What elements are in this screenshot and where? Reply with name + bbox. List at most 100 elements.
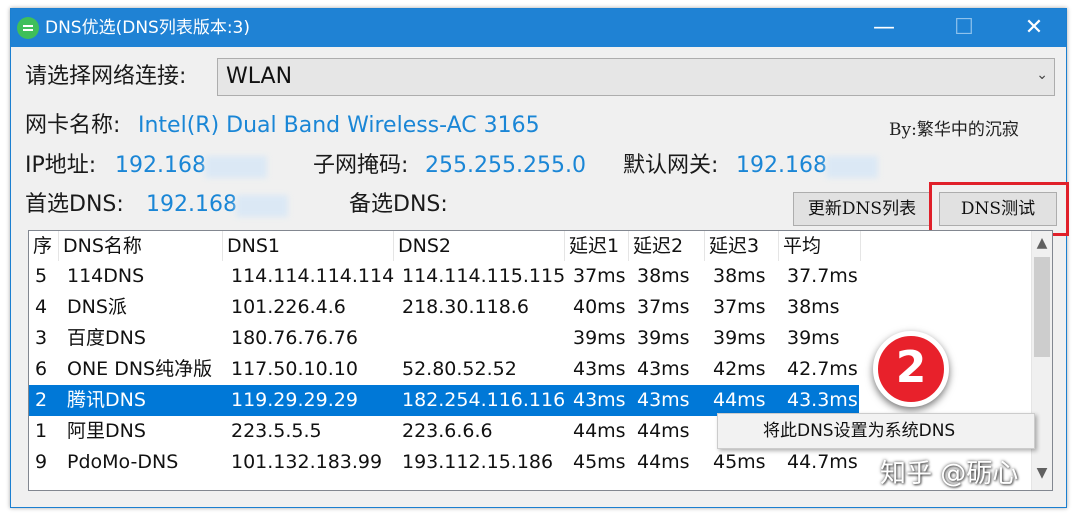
cell-name: 百度DNS — [67, 327, 146, 349]
ip-value: 192.168 — [115, 153, 206, 178]
minimize-button[interactable]: — — [861, 9, 907, 47]
cell-dns1: 223.5.5.5 — [231, 420, 322, 442]
cell-latency1: 43ms — [573, 389, 626, 411]
subnet-label: 子网掩码: — [313, 153, 409, 178]
gateway-value: 192.168 — [736, 153, 827, 178]
scroll-down-arrow-icon[interactable]: ▼ — [1032, 465, 1052, 481]
cell-latency1: 40ms — [573, 296, 626, 318]
scroll-up-arrow-icon[interactable]: ▲ — [1032, 235, 1052, 251]
scroll-thumb[interactable] — [1034, 257, 1050, 357]
cell-latency3: 44ms — [713, 389, 766, 411]
cell-index: 3 — [35, 327, 48, 349]
cell-index: 2 — [35, 389, 48, 411]
cell-latency2: 37ms — [637, 296, 690, 318]
adapter-label: 网卡名称: — [25, 113, 121, 138]
redacted-primary-dns — [236, 195, 288, 217]
cell-dns1: 114.114.114.114 — [231, 265, 395, 287]
cell-latency1: 44ms — [573, 420, 626, 442]
cell-dns1: 117.50.10.10 — [231, 358, 358, 380]
cell-latency2: 38ms — [637, 265, 690, 287]
cell-index: 1 — [35, 420, 48, 442]
cell-dns2: 193.112.15.186 — [402, 451, 554, 473]
maximize-button[interactable]: ☐ — [941, 9, 987, 47]
cell-latency1: 39ms — [573, 327, 626, 349]
network-select-label: 请选择网络连接: — [25, 64, 187, 89]
cell-name: PdoMo-DNS — [67, 451, 179, 473]
cell-dns2: 223.6.6.6 — [402, 420, 493, 442]
cell-index: 6 — [35, 358, 48, 380]
column-header[interactable]: 序 — [29, 231, 59, 261]
title-bar[interactable]: DNS优选(DNS列表版本:3) — ☐ ✕ — [11, 9, 1066, 47]
cell-dns1: 119.29.29.29 — [231, 389, 358, 411]
redacted-ip — [205, 156, 267, 178]
cell-index: 4 — [35, 296, 48, 318]
cell-index: 9 — [35, 451, 48, 473]
cell-name: 114DNS — [67, 265, 145, 287]
vertical-scrollbar[interactable]: ▲ ▼ — [1031, 231, 1052, 490]
cell-name: ONE DNS纯净版 — [67, 358, 213, 380]
app-icon — [17, 17, 39, 39]
window-title: DNS优选(DNS列表版本:3) — [45, 18, 251, 38]
network-select[interactable]: WLAN ⌄ — [217, 58, 1055, 96]
cell-dns1: 101.132.183.99 — [231, 451, 383, 473]
ip-label: IP地址: — [25, 153, 97, 178]
cell-dns2: 114.114.115.115 — [402, 265, 566, 287]
column-header[interactable]: 延迟1 — [565, 231, 629, 261]
cell-latency3: 45ms — [713, 451, 766, 473]
cell-latency2: 44ms — [637, 451, 690, 473]
cell-average: 38ms — [787, 296, 840, 318]
table-header: 序 DNS名称 DNS1 DNS2 延迟1 延迟2 延迟3 平均 — [29, 231, 1029, 261]
cell-average: 39ms — [787, 327, 840, 349]
cell-latency2: 39ms — [637, 327, 690, 349]
column-header[interactable]: DNS名称 — [59, 231, 223, 261]
cell-dns1: 101.226.4.6 — [231, 296, 346, 318]
cell-name: DNS派 — [67, 296, 127, 318]
cell-average: 37.7ms — [787, 265, 858, 287]
cell-dns2: 218.30.118.6 — [402, 296, 529, 318]
cell-average: 42.7ms — [787, 358, 858, 380]
cell-name: 腾讯DNS — [67, 389, 146, 411]
cell-dns2: 52.80.52.52 — [402, 358, 517, 380]
table-row-selected[interactable]: 2 腾讯DNS 119.29.29.29 182.254.116.116 43m… — [29, 385, 859, 416]
column-header[interactable]: 延迟2 — [629, 231, 705, 261]
table-row[interactable]: 9 PdoMo-DNS 101.132.183.99 193.112.15.18… — [29, 447, 1029, 478]
highlight-box — [929, 182, 1069, 236]
adapter-value: Intel(R) Dual Band Wireless-AC 3165 — [138, 113, 540, 138]
table-row[interactable]: 4 DNS派 101.226.4.6 218.30.118.6 40ms 37m… — [29, 292, 1029, 323]
cell-dns1: 180.76.76.76 — [231, 327, 358, 349]
cell-latency3: 37ms — [713, 296, 766, 318]
update-dns-list-button[interactable]: 更新DNS列表 — [793, 192, 931, 226]
secondary-dns-label: 备选DNS: — [349, 192, 448, 217]
cell-latency3: 42ms — [713, 358, 766, 380]
column-header[interactable]: DNS1 — [223, 231, 394, 261]
cell-latency2: 43ms — [637, 358, 690, 380]
app-window: DNS优选(DNS列表版本:3) — ☐ ✕ 请选择网络连接: WLAN ⌄ 网… — [10, 8, 1069, 508]
table-row[interactable]: 5 114DNS 114.114.114.114 114.114.115.115… — [29, 261, 1029, 292]
chevron-down-icon[interactable]: ⌄ — [1036, 67, 1048, 83]
cell-latency3: 38ms — [713, 265, 766, 287]
author-credit: By:繁华中的沉寂 — [889, 120, 1019, 140]
cell-average: 43.3ms — [787, 389, 858, 411]
primary-dns-value: 192.168 — [146, 192, 237, 217]
cell-index: 5 — [35, 265, 48, 287]
context-menu: 将此DNS设置为系统DNS — [717, 413, 1035, 449]
primary-dns-label: 首选DNS: — [25, 192, 124, 217]
cell-latency1: 43ms — [573, 358, 626, 380]
network-select-value: WLAN — [226, 64, 293, 89]
cell-latency3: 39ms — [713, 327, 766, 349]
cell-name: 阿里DNS — [67, 420, 146, 442]
close-button[interactable]: ✕ — [1011, 9, 1057, 47]
set-system-dns-menu-item[interactable]: 将此DNS设置为系统DNS — [763, 419, 955, 443]
cell-latency2: 44ms — [637, 420, 690, 442]
redacted-gateway — [826, 156, 878, 178]
cell-average: 44.7ms — [787, 451, 858, 473]
cell-latency2: 43ms — [637, 389, 690, 411]
watermark: 知乎 @砺心 — [880, 459, 1019, 489]
column-header[interactable]: 平均 — [779, 231, 861, 261]
column-header[interactable]: DNS2 — [394, 231, 565, 261]
column-header[interactable]: 延迟3 — [705, 231, 779, 261]
cell-dns2: 182.254.116.116 — [402, 389, 566, 411]
cell-latency1: 45ms — [573, 451, 626, 473]
gateway-label: 默认网关: — [623, 153, 719, 178]
subnet-value: 255.255.255.0 — [425, 153, 586, 178]
